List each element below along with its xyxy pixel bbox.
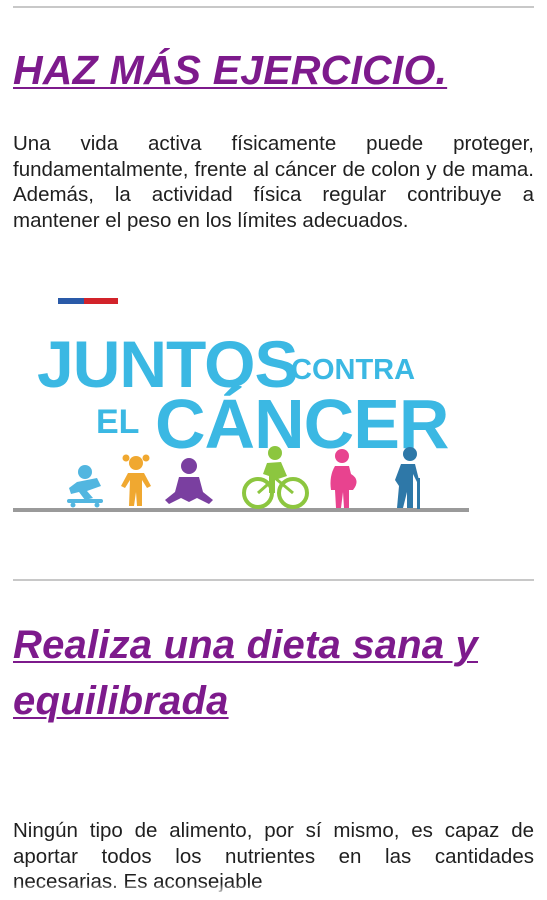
diet-heading-link[interactable]: Realiza una dieta sana y equilibrada xyxy=(13,617,537,729)
juntos-contra-el-cancer-banner: JUNTOS CONTRA EL CÁNCER xyxy=(13,298,469,512)
exercise-paragraph: Una vida activa físicamente puede proteg… xyxy=(13,132,534,232)
ground-line xyxy=(13,508,469,512)
child-icon xyxy=(121,454,151,506)
skateboarder-icon xyxy=(67,465,103,508)
bottom-fade xyxy=(0,884,547,900)
middle-divider xyxy=(13,579,534,581)
banner-word-el: EL xyxy=(96,403,139,441)
flag-stripe-blue xyxy=(58,298,84,304)
exercise-heading-link[interactable]: HAZ MÁS EJERCICIO. xyxy=(13,44,537,96)
meditation-icon xyxy=(165,458,213,504)
flag-stripe-red xyxy=(84,298,118,304)
banner-word-contra: CONTRA xyxy=(291,354,415,386)
top-divider xyxy=(13,6,534,8)
